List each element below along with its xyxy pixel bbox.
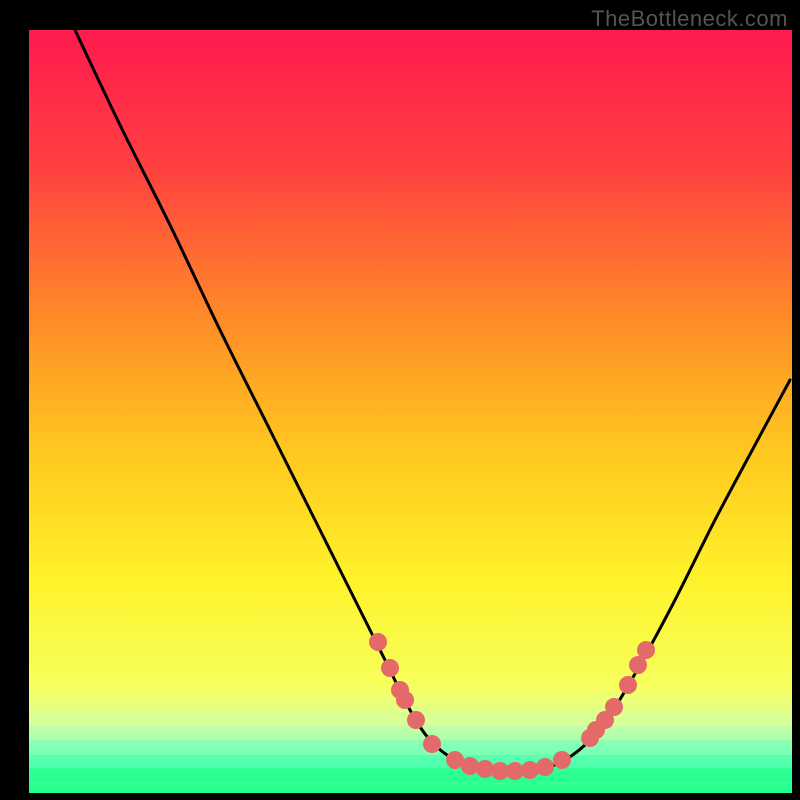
curve-marker — [637, 641, 655, 659]
curve-marker — [423, 735, 441, 753]
curve-marker — [381, 659, 399, 677]
chart-container: TheBottleneck.com — [0, 0, 800, 800]
bottleneck-chart — [0, 0, 800, 800]
curve-marker — [521, 761, 539, 779]
curve-marker — [553, 751, 571, 769]
curve-marker — [407, 711, 425, 729]
curve-marker — [396, 691, 414, 709]
curve-marker — [605, 698, 623, 716]
curve-marker — [461, 757, 479, 775]
curve-marker — [619, 676, 637, 694]
gradient-background — [29, 30, 792, 793]
curve-marker — [536, 758, 554, 776]
curve-marker — [369, 633, 387, 651]
